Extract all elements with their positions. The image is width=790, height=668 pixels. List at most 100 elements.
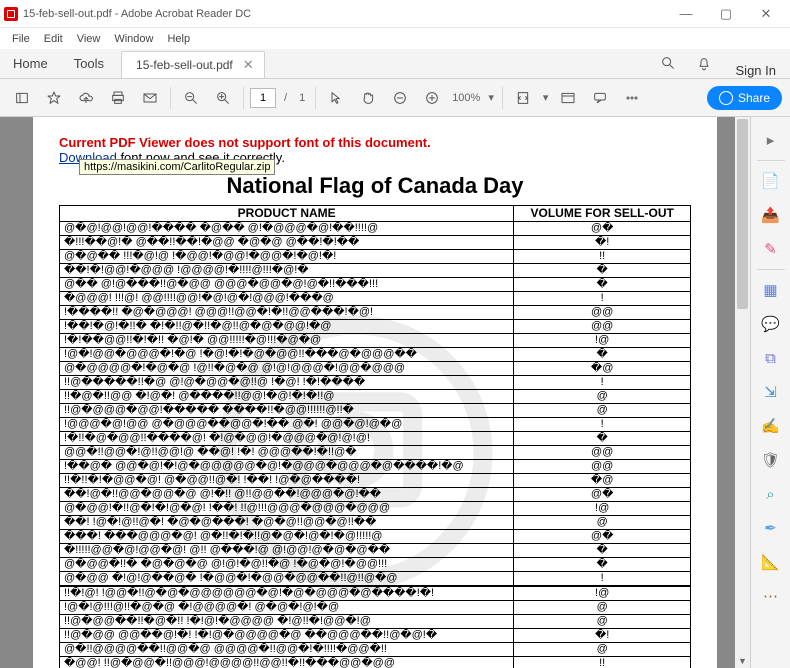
product-name-cell: !@@@�@!@@ @�@@@��@@�!�� @�! @@�@!@�@ [60,418,514,432]
share-button[interactable]: Share [707,86,782,110]
vertical-scrollbar[interactable]: ▲ ▼ [735,117,750,668]
table-row: !@@@�@!@@ @�@@@��@@�!�� @�! @@�@!@�@! [60,418,691,432]
menu-view[interactable]: View [71,31,107,47]
right-tools-panel: ▸ 📄 📤 ✎ ▦ 💬 ⧉ ⇲ ✍ 🛡 ⌕ ✒ 📐 ⋯ [750,117,790,668]
product-name-cell: @�@@!�!!@�!�!@�@! !��! !!@!!!@@@�@@@�@@@ [60,502,514,516]
product-name-cell: !!�!!�!�@@�@! @�@@!!@�! !��! !@�@����! [60,474,514,488]
zoom-in-button[interactable] [209,84,237,112]
measure-icon[interactable]: 📐 [758,549,784,575]
zoom-level[interactable]: 100% [450,92,482,104]
hand-tool-button[interactable] [354,84,382,112]
combine-icon[interactable]: ⧉ [758,345,784,371]
volume-cell: �! [514,629,691,643]
page-number-input[interactable]: 1 [250,88,276,108]
product-name-cell: @�@�� !!!�@!@ !�@@!�@@!�@@�!�@!�! [60,250,514,264]
close-window-button[interactable]: ✕ [746,1,786,27]
fit-width-button[interactable] [509,84,537,112]
product-name-cell: !!�!@! !@@�!!@�@�@@@@@@�@!�@�@@@�@����!�… [60,587,514,601]
product-name-cell: ���! ���@@@�@! @�!!�!�!!@�@�!@�!�@!!!!!@ [60,530,514,544]
table-row: !@�!@!!!@!!�@�@ �!@@@@�! @�@�!@!�@@ [60,601,691,615]
volume-cell: @ [514,643,691,657]
more-right-icon[interactable]: ⋯ [758,583,784,609]
product-name-cell: �@@! !!@�@@�!!@@@!@@@@!!@@!!�!!���@@�@@ [60,657,514,668]
product-name-cell: !��!�@!�!!� �!�!!@�!!�@!!@�@�@@!�@ [60,320,514,334]
compress-icon[interactable]: ⇲ [758,379,784,405]
more-tools-button[interactable] [618,84,646,112]
zoom-out-icon-button[interactable] [386,84,414,112]
scroll-thumb[interactable] [737,119,748,309]
menu-help[interactable]: Help [161,31,196,47]
menu-bar: File Edit View Window Help [0,28,790,49]
email-button[interactable] [136,84,164,112]
product-name-cell: !�!��@@!!�!�!! �@!� @@!!!!!�@!!!�@�@ [60,334,514,348]
product-name-cell: @�� @!@���!!@�@@ @@@�@@�@!@�!!���!!! [60,278,514,292]
selection-tool-button[interactable] [322,84,350,112]
table-row: @@�!!@@�!@!!@@!@ ��@! !�! @@@��!�!!@�@@ [60,446,691,460]
read-mode-button[interactable] [554,84,582,112]
sidebar-toggle-button[interactable] [8,84,36,112]
table-row: �@@! !!@�@@�!!@@@!@@@@!!@@!!�!!���@@�@@!… [60,657,691,668]
table-row: �@@@! !!!@! @@!!!!@@!�@!@�!@@@!���@! [60,292,691,306]
product-name-cell: @@�!!@@�!@!!@@!@ ��@! !�! @@@��!�!!@� [60,446,514,460]
edit-pdf-icon[interactable]: ✎ [758,236,784,262]
print-button[interactable] [104,84,132,112]
table-row: !!@�@@ @@��@!�! !�!@�@@@@�@ ��@@@��!!@�@… [60,629,691,643]
volume-cell: !! [514,250,691,264]
table-row: ��!�!@@!�@@@ !@@@@!�!!!!@!!!�@!�� [60,264,691,278]
volume-cell: @ [514,404,691,418]
product-name-cell: !��@� @@�@!�!@�@@@@@�@!�@@@�@@@�@����!�@ [60,460,514,474]
search-button[interactable] [650,48,686,78]
annotate-button[interactable] [586,84,614,112]
volume-cell: @� [514,488,691,502]
maximize-button[interactable]: ▢ [706,1,746,27]
volume-cell: � [514,544,691,558]
document-viewport[interactable]: Current PDF Viewer does not support font… [0,117,750,668]
menu-edit[interactable]: Edit [38,31,69,47]
tab-close-icon[interactable]: ✕ [243,57,254,73]
notifications-button[interactable] [686,48,722,78]
volume-cell: @ [514,615,691,629]
volume-cell: !! [514,657,691,668]
product-name-cell: @�@@@@�!�@�@ !@!!�@�@ @!@!@@@�!@@�@@@ [60,362,514,376]
table-row: !��!�@!�!!� �!�!!@�!!�@!!@�@�@@!�@@@ [60,320,691,334]
table-row: @�@@ �!@!@��@� !�@@�!�@@�@@��!!@!!@�@! [60,572,691,586]
fill-sign-icon[interactable]: ✍ [758,413,784,439]
zoom-out-button[interactable] [177,84,205,112]
zoom-in-icon-button[interactable] [418,84,446,112]
fit-dropdown-icon[interactable]: ▾ [541,91,551,104]
volume-cell: �! [514,236,691,250]
save-cloud-button[interactable] [72,84,100,112]
expand-panel-icon[interactable]: ▸ [758,127,784,153]
product-name-cell: @�@!@@!@@!���� �@�� @!�@@@�@!��!!!!@ [60,222,514,236]
product-name-cell: !!@�@@ @@��@!�! !�!@�@@@@�@ ��@@@��!!@�@… [60,629,514,643]
comment-icon[interactable]: 💬 [758,311,784,337]
product-name-cell: @�@@ �!@!@��@� !�@@�!�@@�@@��!!@!!@�@ [60,572,514,586]
menu-window[interactable]: Window [108,31,159,47]
tab-tools[interactable]: Tools [61,48,117,78]
font-warning-text: Current PDF Viewer does not support font… [59,135,691,150]
sign-tool-icon[interactable]: ✒ [758,515,784,541]
scan-icon[interactable]: ⌕ [758,481,784,507]
scroll-down-icon[interactable]: ▼ [735,653,750,668]
product-name-cell: ��!@�!!@@�@@�@ @!�!! @!!@@��!@@@�@!�� [60,488,514,502]
product-name-cell: �!!!!!@@�@!@@�@! @!! @���!@ @!@@!@�@�@�� [60,544,514,558]
star-button[interactable] [40,84,68,112]
product-name-cell: !����!! �@�@@@! @@@!!@@�!�!!@@���!�@! [60,306,514,320]
tab-home[interactable]: Home [0,48,61,78]
volume-cell: !@ [514,502,691,516]
volume-cell: �@ [514,474,691,488]
product-name-cell: !@�!@!!!@!!�@�@ �!@@@@�! @�@�!@!�@ [60,601,514,615]
create-pdf-icon[interactable]: 📄 [758,168,784,194]
volume-cell: ! [514,572,691,586]
minimize-button[interactable]: — [666,1,706,27]
volume-cell: @@ [514,320,691,334]
page-separator: / [280,92,291,104]
menu-file[interactable]: File [6,31,36,47]
organize-icon[interactable]: ▦ [758,277,784,303]
tab-document[interactable]: 15-feb-sell-out.pdf ✕ [121,51,265,78]
zoom-dropdown-icon[interactable]: ▾ [486,91,496,104]
export-pdf-icon[interactable]: 📤 [758,202,784,228]
protect-icon[interactable]: 🛡 [758,447,784,473]
sign-in-button[interactable]: Sign In [722,63,790,78]
product-name-cell: �!!!��@!� @��!!��!�@@ �@�@ @��!�!�� [60,236,514,250]
